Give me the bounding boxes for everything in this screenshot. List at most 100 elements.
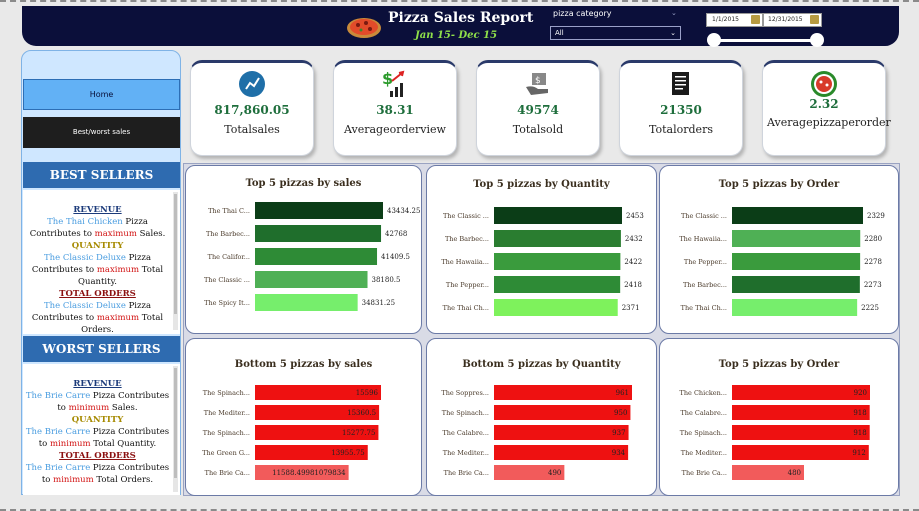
- data-label: 2371: [622, 304, 640, 312]
- bar[interactable]: [494, 207, 622, 224]
- filter-collapse-icon[interactable]: ⌄: [671, 9, 677, 17]
- bar[interactable]: [255, 294, 358, 311]
- data-label: 918: [853, 429, 866, 437]
- kpi-value: 21350: [660, 103, 702, 117]
- bar[interactable]: [494, 253, 621, 270]
- bar[interactable]: [255, 248, 378, 265]
- bar[interactable]: [494, 299, 618, 316]
- bar[interactable]: [255, 202, 383, 219]
- bar[interactable]: [732, 425, 870, 440]
- date-subtitle: Jan 15- Dec 15: [415, 30, 498, 41]
- calendar-icon[interactable]: [751, 15, 760, 24]
- bar[interactable]: [255, 225, 382, 242]
- data-label: 950: [614, 409, 627, 417]
- category-label: The Brie Ca...: [682, 469, 727, 477]
- chart-bottom5-quantity: The Soppres... 961 The Spinach... 950 The Ca…: [426, 338, 657, 496]
- date-to-field[interactable]: 12/31/2015: [763, 13, 822, 27]
- category-label: The Calabre...: [680, 409, 727, 417]
- category-label: The Spinach...: [203, 389, 250, 397]
- kpi-value: 49574: [517, 103, 559, 117]
- bar[interactable]: [732, 230, 861, 247]
- category-filter-select[interactable]: All ⌄: [550, 26, 681, 40]
- category-label: The Mediter...: [443, 449, 489, 457]
- category-label: The Barbec...: [683, 281, 727, 289]
- date-range-slider-track[interactable]: [714, 39, 817, 42]
- best-revenue-heading: REVENUE: [73, 205, 122, 215]
- worst-sellers-panel[interactable]: REVENUE The Brie Carre Pizza Contributes…: [23, 364, 180, 495]
- data-label: 918: [853, 409, 866, 417]
- worst-sellers-scrollbar[interactable]: [173, 366, 178, 492]
- kpi-card-total-orders: 21350 Totalorders: [619, 60, 743, 156]
- chart-top5-quantity: The Classic ... 2453 The Barbec... 2432 The …: [426, 165, 657, 334]
- data-label: 2329: [867, 212, 885, 220]
- data-label: 15596: [356, 389, 379, 397]
- worst-revenue-heading: REVENUE: [73, 379, 122, 389]
- worst-sellers-heading: WORST SELLERS: [23, 336, 180, 362]
- worst-orders-text: The Brie Carre Pizza Contributes to mini…: [25, 463, 170, 485]
- dollar-growth-icon: $: [382, 69, 405, 97]
- date-from-value: 1/1/2015: [712, 16, 739, 23]
- data-label: 480: [788, 469, 801, 477]
- kpi-label: Totalorders: [649, 123, 713, 136]
- chart-title: Top 5 pizzas by Order: [718, 179, 840, 190]
- category-label: The Green G...: [202, 449, 250, 457]
- category-label: The Barbec...: [206, 230, 250, 238]
- bar[interactable]: [732, 207, 863, 224]
- data-label: 38180.5: [372, 276, 401, 284]
- bar[interactable]: [494, 405, 631, 420]
- data-label: 15277.75: [342, 429, 375, 437]
- category-label: The Thai C...: [208, 207, 250, 215]
- worst-orders-heading: TOTAL ORDERS: [59, 451, 136, 461]
- kpi-label: Totalsold: [512, 123, 564, 136]
- bar[interactable]: [732, 253, 861, 270]
- svg-text:$: $: [382, 69, 393, 88]
- data-label: 490: [548, 469, 561, 477]
- best-sellers-panel[interactable]: REVENUE The Thai Chicken Pizza Contribut…: [23, 190, 180, 334]
- category-label: The Brie Ca...: [444, 469, 489, 477]
- bar[interactable]: [494, 230, 621, 247]
- best-orders-text: The Classic Deluxe Pizza Contributes to …: [31, 301, 164, 334]
- bar-chart-svg: The Thai C... 43434.25 The Barbec... 42768 T…: [204, 202, 420, 311]
- bar[interactable]: [732, 299, 858, 316]
- bar[interactable]: [494, 385, 632, 400]
- data-label: 2422: [624, 258, 642, 266]
- bar[interactable]: [732, 385, 870, 400]
- bar[interactable]: [494, 276, 621, 293]
- date-from-field[interactable]: 1/1/2015: [706, 13, 763, 27]
- category-label: The Classic ...: [204, 276, 250, 284]
- category-label: The Calabre...: [442, 429, 489, 437]
- category-label: The Pepper...: [684, 258, 727, 266]
- kpi-card-average-order: $ 38.31 Averageorderview: [333, 60, 457, 156]
- bar[interactable]: [732, 445, 869, 460]
- bar[interactable]: [732, 276, 860, 293]
- bar-chart-svg: The Classic ... 2329 The Hawaiia... 2280 The…: [679, 207, 885, 316]
- chart-bottom5-sales: The Spinach... 15596 The Mediter... 15360.5…: [185, 338, 422, 496]
- kpi-label: Averageorderview: [344, 123, 446, 136]
- chart-top5-order: The Classic ... 2329 The Hawaiia... 2280 The…: [659, 165, 899, 334]
- data-label: 920: [854, 389, 867, 397]
- data-label: 11588.49981079834: [272, 469, 346, 477]
- data-label: 43434.25: [387, 207, 420, 215]
- bar[interactable]: [494, 445, 629, 460]
- date-range-slider-start-handle[interactable]: [707, 33, 721, 47]
- bar[interactable]: [494, 425, 629, 440]
- best-sellers-scrollbar[interactable]: [173, 192, 178, 330]
- chart-bottom5-order: The Chicken... 920 The Calabre... 918 The Sp…: [659, 338, 899, 496]
- nav-home-button[interactable]: Home: [23, 79, 180, 110]
- data-label: 912: [852, 449, 865, 457]
- data-label: 2280: [864, 235, 882, 243]
- calendar-icon[interactable]: [810, 15, 819, 24]
- bar[interactable]: [732, 405, 870, 420]
- data-label: 961: [616, 389, 629, 397]
- category-label: The Thai Ch...: [443, 304, 489, 312]
- category-label: The Barbec...: [445, 235, 489, 243]
- nav-best-worst-button[interactable]: Best/worst sales: [23, 117, 180, 148]
- kpi-card-average-pizza-per-order: 2.32 Averagepizzaperorder: [762, 60, 891, 156]
- data-label: 934: [612, 449, 626, 457]
- data-label: 13955.75: [331, 449, 364, 457]
- category-label: The Classic ...: [443, 212, 489, 220]
- best-revenue-text: The Thai Chicken Pizza Contributes to ma…: [29, 217, 166, 239]
- data-label: 15360.5: [347, 409, 376, 417]
- date-range-slider-end-handle[interactable]: [810, 33, 824, 47]
- bar[interactable]: [255, 271, 368, 288]
